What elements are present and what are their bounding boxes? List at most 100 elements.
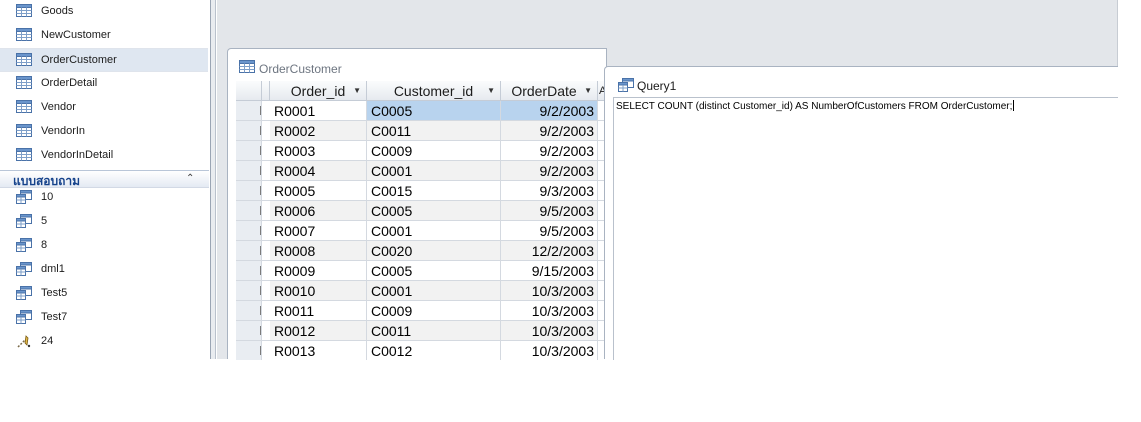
record-selector[interactable]: +	[236, 281, 262, 301]
record-selector[interactable]: +	[236, 301, 262, 321]
table-row[interactable]: + R0009C00059/15/2003	[236, 261, 606, 281]
record-selector[interactable]: +	[236, 121, 262, 141]
nav-item-vendor[interactable]: Vendor	[0, 96, 208, 120]
cell-order-date[interactable]: 9/3/2003	[501, 181, 598, 201]
nav-item-label: 5	[41, 215, 48, 227]
cell-customer-id[interactable]: C0020	[367, 241, 501, 261]
cell-customer-id[interactable]: C0009	[367, 141, 501, 161]
nav-item-orderdetail[interactable]: OrderDetail	[0, 72, 208, 96]
nav-item-macro[interactable]: 24	[0, 330, 208, 354]
query-sql-window[interactable]: Query1 SELECT COUNT (distinct Customer_i…	[604, 66, 1118, 360]
nav-item-label: Goods	[41, 5, 74, 17]
nav-item-query-10[interactable]: 10	[0, 186, 208, 210]
cell-order-id[interactable]: R0002	[270, 121, 367, 141]
cell-order-date[interactable]: 9/2/2003	[501, 141, 598, 161]
cell-order-date[interactable]: 9/15/2003	[501, 261, 598, 281]
nav-item-query-test7[interactable]: Test7	[0, 306, 208, 330]
cell-customer-id[interactable]: C0001	[367, 281, 501, 301]
table-row[interactable]: + R0008C002012/2/2003	[236, 241, 606, 261]
datasheet-grid[interactable]: Order_id ▼ Customer_id ▼ OrderDate ▼ A +…	[236, 81, 606, 360]
expand-cell	[262, 241, 270, 261]
select-all-corner[interactable]	[236, 81, 262, 101]
nav-item-query-test5[interactable]: Test5	[0, 282, 208, 306]
nav-item-query-8[interactable]: 8	[0, 234, 208, 258]
table-row[interactable]: + R0010C000110/3/2003	[236, 281, 606, 301]
table-datasheet-window[interactable]: OrderCustomer Order_id ▼ Customer_id ▼ O…	[227, 48, 607, 360]
record-selector[interactable]: +	[236, 321, 262, 341]
table-row[interactable]: + R0001C00059/2/2003	[236, 101, 606, 121]
cell-order-date[interactable]: 9/5/2003	[501, 221, 598, 241]
nav-item-vendorin[interactable]: VendorIn	[0, 120, 208, 144]
cell-order-date[interactable]: 10/3/2003	[501, 281, 598, 301]
cell-order-id[interactable]: R0011	[270, 301, 367, 321]
record-selector[interactable]: +	[236, 341, 262, 360]
cell-customer-id[interactable]: C0011	[367, 121, 501, 141]
cell-customer-id[interactable]: C0011	[367, 321, 501, 341]
cell-customer-id[interactable]: C0005	[367, 261, 501, 281]
record-selector[interactable]: +	[236, 241, 262, 261]
cell-customer-id[interactable]: C0012	[367, 341, 501, 360]
cell-order-id[interactable]: R0012	[270, 321, 367, 341]
dropdown-arrow-icon[interactable]: ▼	[584, 81, 592, 100]
column-header-order-id[interactable]: Order_id ▼	[270, 81, 367, 101]
table-row[interactable]: + R0006C00059/5/2003	[236, 201, 606, 221]
cell-order-id[interactable]: R0005	[270, 181, 367, 201]
record-selector[interactable]: +	[236, 201, 262, 221]
cell-order-id[interactable]: R0009	[270, 261, 367, 281]
nav-item-newcustomer[interactable]: NewCustomer	[0, 24, 208, 48]
cell-order-id[interactable]: R0010	[270, 281, 367, 301]
record-selector[interactable]: +	[236, 181, 262, 201]
column-header-customer-id[interactable]: Customer_id ▼	[367, 81, 501, 101]
table-row[interactable]: + R0012C001110/3/2003	[236, 321, 606, 341]
nav-item-goods[interactable]: Goods	[0, 0, 208, 24]
collapse-chevron-icon[interactable]: ⌃	[186, 173, 194, 184]
dropdown-arrow-icon[interactable]: ▼	[353, 81, 361, 100]
table-row[interactable]: + R0013C001210/3/2003	[236, 341, 606, 360]
nav-item-query-5[interactable]: 5	[0, 210, 208, 234]
cell-order-id[interactable]: R0001	[270, 101, 367, 121]
table-icon	[16, 148, 32, 166]
sql-editor[interactable]: SELECT COUNT (distinct Customer_id) AS N…	[613, 97, 1118, 360]
cell-customer-id[interactable]: C0005	[367, 201, 501, 221]
nav-pane-splitter[interactable]	[210, 0, 217, 359]
cell-customer-id[interactable]: C0001	[367, 161, 501, 181]
table-row[interactable]: + R0002C00119/2/2003	[236, 121, 606, 141]
query-window-title: Query1	[637, 79, 677, 93]
nav-item-ordercustomer[interactable]: OrderCustomer	[0, 48, 208, 72]
text-caret	[1013, 100, 1015, 111]
cell-order-date[interactable]: 9/2/2003	[501, 121, 598, 141]
cell-order-id[interactable]: R0007	[270, 221, 367, 241]
cell-customer-id[interactable]: C0015	[367, 181, 501, 201]
cell-customer-id[interactable]: C0001	[367, 221, 501, 241]
table-row[interactable]: + R0003C00099/2/2003	[236, 141, 606, 161]
cell-order-id[interactable]: R0006	[270, 201, 367, 221]
table-row[interactable]: + R0007C00019/5/2003	[236, 221, 606, 241]
record-selector[interactable]: +	[236, 161, 262, 181]
nav-item-vendorindetail[interactable]: VendorInDetail	[0, 144, 208, 168]
nav-item-label: 8	[41, 239, 48, 251]
table-row[interactable]: + R0004C00019/2/2003	[236, 161, 606, 181]
cell-order-date[interactable]: 9/2/2003	[501, 161, 598, 181]
cell-order-date[interactable]: 12/2/2003	[501, 241, 598, 261]
cell-order-id[interactable]: R0004	[270, 161, 367, 181]
cell-order-date[interactable]: 9/5/2003	[501, 201, 598, 221]
record-selector[interactable]: +	[236, 101, 262, 121]
column-header-order-date[interactable]: OrderDate ▼	[501, 81, 598, 101]
cell-order-id[interactable]: R0013	[270, 341, 367, 360]
table-row[interactable]: + R0005C00159/3/2003	[236, 181, 606, 201]
cell-order-date[interactable]: 10/3/2003	[501, 321, 598, 341]
record-selector[interactable]: +	[236, 221, 262, 241]
cell-order-id[interactable]: R0008	[270, 241, 367, 261]
cell-order-date[interactable]: 10/3/2003	[501, 301, 598, 321]
nav-item-label: 10	[41, 191, 54, 203]
record-selector[interactable]: +	[236, 141, 262, 161]
dropdown-arrow-icon[interactable]: ▼	[487, 81, 495, 100]
cell-customer-id[interactable]: C0009	[367, 301, 501, 321]
nav-item-query-dml1[interactable]: dml1	[0, 258, 208, 282]
cell-customer-id[interactable]: C0005	[367, 101, 501, 121]
table-row[interactable]: + R0011C000910/3/2003	[236, 301, 606, 321]
cell-order-date[interactable]: 9/2/2003	[501, 101, 598, 121]
cell-order-date[interactable]: 10/3/2003	[501, 341, 598, 360]
record-selector[interactable]: +	[236, 261, 262, 281]
cell-order-id[interactable]: R0003	[270, 141, 367, 161]
